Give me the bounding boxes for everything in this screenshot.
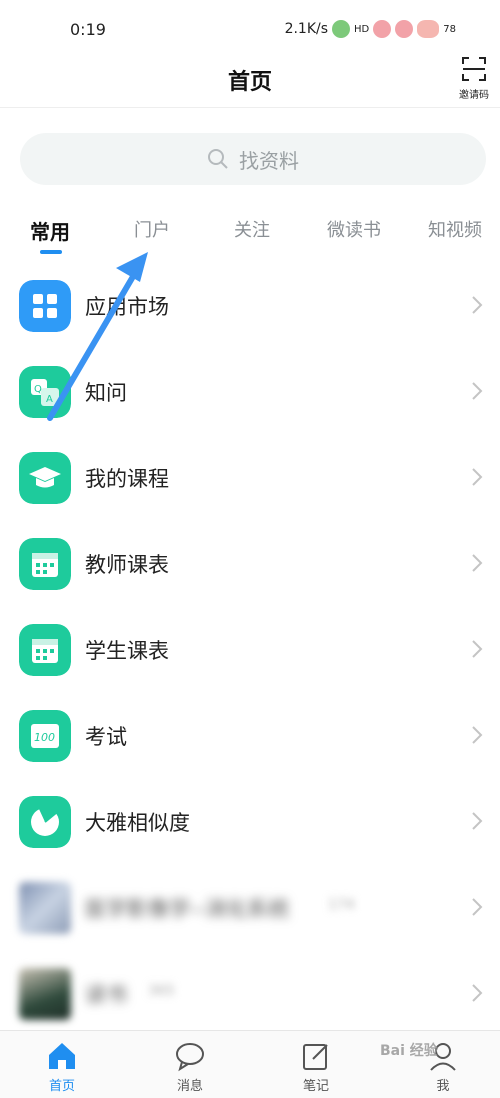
nav-label: 我 [436, 1079, 450, 1094]
home-icon [49, 1043, 75, 1069]
nav-messages[interactable]: 消息 [160, 1039, 220, 1094]
svg-text:A: A [46, 394, 53, 405]
item-label: 医学影像学--消化系统 [85, 897, 290, 921]
item-label: 知问 [85, 381, 127, 405]
watermark-logo: Bai 经验 [380, 1043, 438, 1059]
list-item-student-schedule[interactable]: 学生课表 [0, 606, 500, 692]
list-item-course-reading[interactable]: 读书 365 [0, 950, 500, 1036]
chevron-right-icon [472, 640, 483, 658]
nav-label: 笔记 [302, 1079, 329, 1094]
calendar-icon [19, 624, 71, 676]
tab-bar: 常用 门户 关注 微读书 知视频 [0, 210, 500, 262]
item-label: 应用市场 [85, 295, 169, 319]
list-item-zhiwen[interactable]: Q A 知问 [0, 348, 500, 434]
list-item-exam[interactable]: 100 考试 [0, 692, 500, 778]
item-label: 读书 [85, 983, 127, 1007]
invite-label: 邀请码 [459, 90, 489, 101]
note-icon [303, 1044, 328, 1070]
exam-100-icon: 100 [19, 710, 71, 762]
status-time: 0:19 [70, 20, 106, 39]
chevron-right-icon [472, 554, 483, 572]
tab-micro-reading[interactable]: 微读书 [327, 216, 381, 242]
status-app-icon [395, 20, 414, 38]
scan-icon [462, 57, 486, 81]
chevron-right-icon [472, 296, 483, 314]
tab-portal[interactable]: 门户 [134, 216, 170, 242]
search-placeholder: 找资料 [239, 148, 299, 173]
svg-text:100: 100 [34, 731, 55, 744]
item-label: 学生课表 [85, 639, 169, 663]
status-app-icon [373, 20, 392, 38]
chevron-right-icon [472, 726, 483, 744]
chevron-right-icon [472, 812, 483, 830]
graduation-cap-icon [19, 452, 71, 504]
list-item-teacher-schedule[interactable]: 教师课表 [0, 520, 500, 606]
calendar-icon [19, 538, 71, 590]
tab-follow[interactable]: 关注 [234, 216, 270, 242]
nav-home[interactable]: 首页 [32, 1039, 92, 1094]
svg-text:Q: Q [34, 384, 42, 395]
item-badge: 365 [148, 983, 175, 999]
pie-icon [19, 796, 71, 848]
course-thumbnail [19, 882, 71, 934]
app-grid-icon [19, 280, 71, 332]
search-bar[interactable]: 找资料 [20, 133, 486, 185]
list-item-my-courses[interactable]: 我的课程 [0, 434, 500, 520]
item-label: 教师课表 [85, 553, 169, 577]
qa-icon: Q A [19, 366, 71, 418]
list-item-daya-similarity[interactable]: 大雅相似度 [0, 778, 500, 864]
nav-notes[interactable]: 笔记 [286, 1039, 346, 1094]
item-badge: 174 [328, 897, 355, 913]
tab-indicator [40, 250, 62, 254]
search-icon [208, 149, 228, 169]
tab-common[interactable]: 常用 [30, 216, 70, 245]
list-item-app-market[interactable]: 应用市场 [0, 262, 500, 348]
chevron-right-icon [472, 382, 483, 400]
status-app-icon [332, 20, 351, 38]
hd-label: HD [354, 23, 370, 35]
page-title: 首页 [227, 70, 272, 95]
header: 首页 邀请码 [0, 56, 500, 108]
nav-label: 首页 [48, 1079, 75, 1094]
tab-knowledge-video[interactable]: 知视频 [428, 216, 482, 242]
message-icon [176, 1043, 204, 1072]
battery-icon [417, 20, 440, 38]
chevron-right-icon [472, 468, 483, 486]
nav-label: 消息 [176, 1079, 203, 1094]
status-bar: 0:19 2.1K/s HD 78 [0, 0, 500, 56]
item-label: 大雅相似度 [85, 811, 190, 835]
battery-level: 78 [443, 23, 456, 35]
invite-code-button[interactable]: 邀请码 [456, 56, 492, 101]
item-label: 考试 [85, 725, 127, 749]
chevron-right-icon [472, 898, 483, 916]
chevron-right-icon [472, 984, 483, 1002]
course-thumbnail [19, 968, 71, 1020]
list-item-course-medical-imaging[interactable]: 医学影像学--消化系统 174 [0, 864, 500, 950]
status-indicators: 2.1K/s HD 78 [285, 20, 456, 38]
network-speed: 2.1K/s [284, 21, 329, 37]
item-label: 我的课程 [85, 467, 169, 491]
